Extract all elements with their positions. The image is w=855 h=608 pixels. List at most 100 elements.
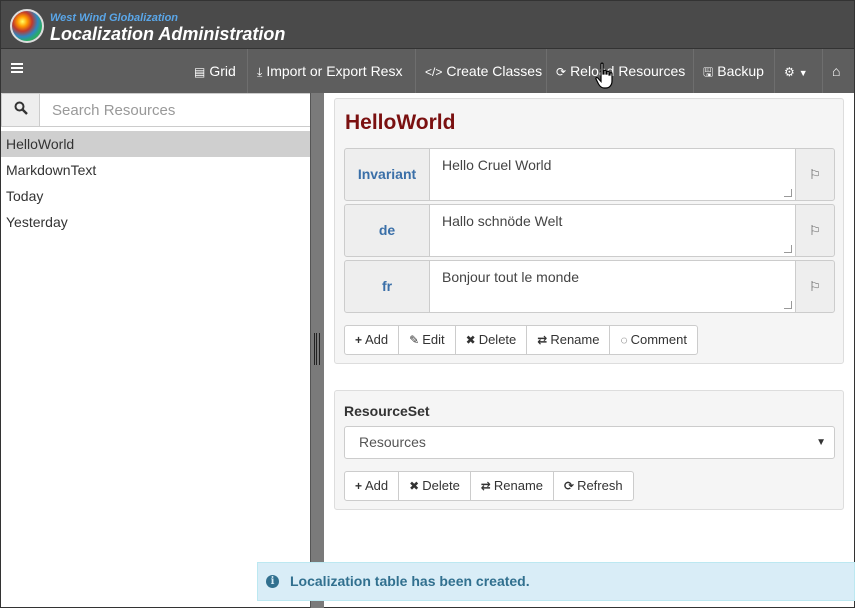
resize-handle-icon[interactable] xyxy=(784,189,792,197)
translation-row-invariant: Invariant Hello Cruel World ⚐ xyxy=(344,148,836,201)
caret-down-icon: ▼ xyxy=(816,437,826,448)
app-header: West Wind Globalization Localization Adm… xyxy=(0,0,855,49)
home-icon: ⌂ xyxy=(832,63,841,79)
toolbar-create-classes-label: Create Classes xyxy=(446,63,543,79)
add-resourceset-button[interactable]: + Add xyxy=(344,471,400,501)
button-label: Comment xyxy=(630,332,687,347)
toolbar-backup-button[interactable]: 🖫 Backup xyxy=(693,49,773,93)
toolbar-import-export-button[interactable]: ⤓ Import or Export Resx xyxy=(247,49,411,93)
resource-item-helloworld[interactable]: HelloWorld xyxy=(1,131,310,157)
magnifier-svg xyxy=(14,101,28,115)
translation-input-fr[interactable]: Bonjour tout le monde xyxy=(429,260,796,313)
resource-list: HelloWorld MarkdownText Today Yesterday xyxy=(1,131,310,235)
resource-item-today[interactable]: Today xyxy=(1,183,310,209)
toolbar-grid-button[interactable]: ▤ Grid xyxy=(185,49,245,93)
toast-message: Localization table has been created. xyxy=(290,573,530,589)
flag-button-fr[interactable]: ⚐ xyxy=(795,260,835,313)
splitter-grip-icon xyxy=(314,333,320,365)
lang-label-de: de xyxy=(344,204,430,257)
resourceset-panel: ResourceSet Resources ▼ + Add ✖ Delete ⇄ Re… xyxy=(334,390,844,510)
globe-logo-icon xyxy=(10,9,44,43)
add-resource-button[interactable]: + Add xyxy=(344,325,400,355)
toolbar-backup-label: Backup xyxy=(717,63,764,79)
button-label: Edit xyxy=(422,332,445,347)
caret-down-icon: ▼ xyxy=(798,68,808,78)
resourceset-select[interactable]: Resources ▼ xyxy=(344,426,835,459)
flag-icon: ⚐ xyxy=(809,167,821,182)
info-icon: i xyxy=(266,575,279,588)
toolbar-reload-resources-button[interactable]: ⟳ Reload Resources xyxy=(546,49,694,93)
brand-subtitle: West Wind Globalization xyxy=(50,12,179,24)
resourceset-selected-value: Resources xyxy=(359,434,426,450)
resourceset-action-buttons: + Add ✖ Delete ⇄ Rename ⟳ Refresh xyxy=(344,471,634,501)
flag-button-invariant[interactable]: ⚐ xyxy=(795,148,835,201)
flag-icon: ⚐ xyxy=(809,223,821,238)
toolbar-settings-dropdown[interactable]: ⚙ ▼ xyxy=(774,49,822,93)
search-icon xyxy=(2,94,40,126)
plus-icon: + xyxy=(355,479,363,493)
hamburger-menu-icon[interactable] xyxy=(9,61,25,81)
refresh-resourceset-button[interactable]: ⟳ Refresh xyxy=(553,471,634,501)
toolbar-grid-label: Grid xyxy=(209,63,236,79)
translation-text: Bonjour tout le monde xyxy=(442,269,579,285)
resource-list-pane: HelloWorld MarkdownText Today Yesterday xyxy=(0,93,311,608)
translation-input-de[interactable]: Hallo schnöde Welt xyxy=(429,204,796,257)
translation-input-invariant[interactable]: Hello Cruel World xyxy=(429,148,796,201)
resource-action-buttons: + Add ✎ Edit ✖ Delete ⇄ Rename ◌ Comment xyxy=(344,325,698,355)
toolbar-home-button[interactable]: ⌂ xyxy=(822,49,855,93)
button-label: Delete xyxy=(422,478,460,493)
translation-text: Hallo schnöde Welt xyxy=(442,213,563,229)
button-label: Delete xyxy=(478,332,517,347)
resource-item-yesterday[interactable]: Yesterday xyxy=(1,209,310,235)
resource-editor-panel: HelloWorld Invariant Hello Cruel World ⚐… xyxy=(334,98,844,364)
resize-handle-icon[interactable] xyxy=(784,245,792,253)
download-icon: ⤓ xyxy=(257,65,263,79)
lang-label-invariant: Invariant xyxy=(344,148,430,201)
toolbar-create-classes-button[interactable]: </> Create Classes xyxy=(415,49,551,93)
translation-row-de: de Hallo schnöde Welt ⚐ xyxy=(344,204,836,257)
edit-resource-button[interactable]: ✎ Edit xyxy=(398,325,456,355)
comment-icon: ◌ xyxy=(620,333,628,347)
resource-id-title: HelloWorld xyxy=(345,111,456,134)
exchange-icon: ⇄ xyxy=(480,479,491,493)
gear-icon: ⚙ xyxy=(784,65,795,79)
button-label: Add xyxy=(365,332,389,347)
menu-bars-svg xyxy=(11,63,23,73)
button-label: Refresh xyxy=(577,478,623,493)
button-label: Rename xyxy=(550,332,600,347)
button-label: Add xyxy=(365,478,389,493)
toolbar-import-export-label: Import or Export Resx xyxy=(266,63,403,79)
search-box xyxy=(1,93,311,127)
resource-editor-pane: HelloWorld Invariant Hello Cruel World ⚐… xyxy=(324,93,855,608)
translation-row-fr: fr Bonjour tout le monde ⚐ xyxy=(344,260,836,313)
grid-icon: ▤ xyxy=(194,65,206,79)
comment-resource-button[interactable]: ◌ Comment xyxy=(609,325,698,355)
delete-resourceset-button[interactable]: ✖ Delete xyxy=(398,471,471,501)
rename-resource-button[interactable]: ⇄ Rename xyxy=(526,325,611,355)
pane-splitter[interactable] xyxy=(310,93,324,608)
lang-label-fr: fr xyxy=(344,260,430,313)
resize-handle-icon[interactable] xyxy=(784,301,792,309)
search-input[interactable] xyxy=(40,94,310,126)
edit-icon: ✎ xyxy=(409,333,420,347)
rename-resourceset-button[interactable]: ⇄ Rename xyxy=(469,471,554,501)
close-icon: ✖ xyxy=(409,479,420,493)
translation-text: Hello Cruel World xyxy=(442,157,552,173)
save-icon: 🖫 xyxy=(703,65,714,79)
refresh-icon: ⟳ xyxy=(564,479,575,493)
exchange-icon: ⇄ xyxy=(537,333,548,347)
resourceset-label: ResourceSet xyxy=(344,403,430,419)
app-title[interactable]: Localization Administration xyxy=(50,24,285,45)
hand-pointer-cursor-icon xyxy=(595,62,613,89)
delete-resource-button[interactable]: ✖ Delete xyxy=(454,325,528,355)
close-icon: ✖ xyxy=(465,333,476,347)
flag-button-de[interactable]: ⚐ xyxy=(795,204,835,257)
plus-icon: + xyxy=(355,333,363,347)
button-label: Rename xyxy=(493,478,543,493)
refresh-icon: ⟳ xyxy=(556,65,567,79)
toolbar-reload-resources-label: Reload Resources xyxy=(570,63,686,79)
flag-icon: ⚐ xyxy=(809,279,821,294)
resource-item-markdowntext[interactable]: MarkdownText xyxy=(1,157,310,183)
main-toolbar: ▤ Grid ⤓ Import or Export Resx </> Create C… xyxy=(0,49,855,93)
status-toast: i Localization table has been created. xyxy=(257,562,855,601)
